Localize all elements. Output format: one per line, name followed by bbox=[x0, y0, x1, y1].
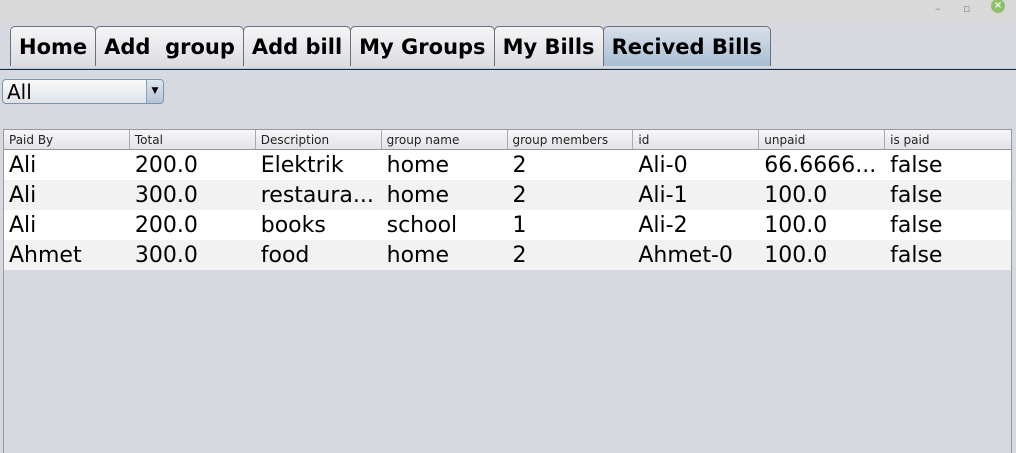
table-row[interactable]: Ali 200.0 books school 1 Ali-2 100.0 false bbox=[4, 210, 1011, 240]
table-row[interactable]: Ali 200.0 Elektrik home 2 Ali-0 66.6666... fals… bbox=[4, 150, 1011, 180]
table-header: Paid By Total Description group name group m… bbox=[4, 129, 1011, 150]
close-button[interactable]: × bbox=[991, 0, 1005, 13]
tab-bar: Home Add group Add bill My Groups My Bil… bbox=[10, 26, 771, 66]
table-cell[interactable]: Ali bbox=[4, 210, 130, 240]
tab-received-bills[interactable]: Recived Bills bbox=[602, 26, 771, 66]
table-cell[interactable]: books bbox=[256, 210, 382, 240]
table-cell[interactable]: school bbox=[382, 210, 508, 240]
column-header[interactable]: Total bbox=[130, 130, 256, 149]
filter-dropdown[interactable]: All ▼ bbox=[2, 79, 164, 104]
bills-table: Paid By Total Description group name group m… bbox=[3, 129, 1012, 453]
table-cell[interactable]: Elektrik bbox=[256, 150, 382, 180]
tab-add-bill[interactable]: Add bill bbox=[242, 26, 352, 66]
table-cell[interactable]: Ali-2 bbox=[633, 210, 759, 240]
column-header[interactable]: Paid By bbox=[4, 130, 130, 149]
tab-add-group[interactable]: Add group bbox=[95, 26, 244, 66]
column-header[interactable]: group members bbox=[508, 130, 634, 149]
tab-home[interactable]: Home bbox=[10, 26, 97, 66]
title-bar: – ▫ × bbox=[0, 0, 1016, 24]
table-cell[interactable]: 100.0 bbox=[759, 180, 885, 210]
column-header[interactable]: id bbox=[633, 130, 760, 149]
column-header[interactable]: is paid bbox=[885, 130, 1011, 149]
table-cell[interactable]: false bbox=[885, 210, 1011, 240]
table-cell[interactable]: 200.0 bbox=[130, 210, 256, 240]
tab-my-groups[interactable]: My Groups bbox=[350, 26, 495, 66]
table-cell[interactable]: 300.0 bbox=[130, 180, 256, 210]
table-cell[interactable]: 2 bbox=[508, 240, 634, 270]
column-header[interactable]: group name bbox=[382, 130, 508, 149]
table-body: Ali 200.0 Elektrik home 2 Ali-0 66.6666... fals… bbox=[4, 150, 1011, 270]
table-cell[interactable]: food bbox=[256, 240, 382, 270]
table-row[interactable]: Ali 300.0 restaura... home 2 Ali-1 100.0 false bbox=[4, 180, 1011, 210]
table-cell[interactable]: Ali bbox=[4, 150, 130, 180]
table-cell[interactable]: false bbox=[885, 150, 1011, 180]
tab-my-bills[interactable]: My Bills bbox=[493, 26, 604, 66]
table-cell[interactable]: 200.0 bbox=[130, 150, 256, 180]
table-cell[interactable]: false bbox=[885, 240, 1011, 270]
table-cell[interactable]: 2 bbox=[508, 150, 634, 180]
chevron-down-icon[interactable]: ▼ bbox=[146, 80, 163, 103]
table-cell[interactable]: restaura... bbox=[256, 180, 382, 210]
table-cell[interactable]: home bbox=[382, 150, 508, 180]
table-cell[interactable]: 1 bbox=[508, 210, 634, 240]
table-row[interactable]: Ahmet 300.0 food home 2 Ahmet-0 100.0 false bbox=[4, 240, 1011, 270]
filter-selected: All bbox=[7, 80, 32, 104]
table-cell[interactable]: 100.0 bbox=[759, 210, 885, 240]
tab-divider bbox=[0, 68, 1016, 70]
maximize-button[interactable]: ▫ bbox=[963, 2, 970, 15]
table-cell[interactable]: 2 bbox=[508, 180, 634, 210]
table-cell[interactable]: Ali-1 bbox=[633, 180, 759, 210]
minimize-button[interactable]: – bbox=[935, 2, 941, 15]
table-cell[interactable]: home bbox=[382, 240, 508, 270]
table-cell[interactable]: 300.0 bbox=[130, 240, 256, 270]
table-cell[interactable]: 66.6666... bbox=[759, 150, 885, 180]
table-cell[interactable]: 100.0 bbox=[759, 240, 885, 270]
table-cell[interactable]: home bbox=[382, 180, 508, 210]
table-cell[interactable]: Ahmet-0 bbox=[633, 240, 759, 270]
table-cell[interactable]: Ali-0 bbox=[633, 150, 759, 180]
table-cell[interactable]: Ahmet bbox=[4, 240, 130, 270]
column-header[interactable]: Description bbox=[256, 130, 382, 149]
table-cell[interactable]: false bbox=[885, 180, 1011, 210]
table-cell[interactable]: Ali bbox=[4, 180, 130, 210]
column-header[interactable]: unpaid bbox=[759, 130, 886, 149]
